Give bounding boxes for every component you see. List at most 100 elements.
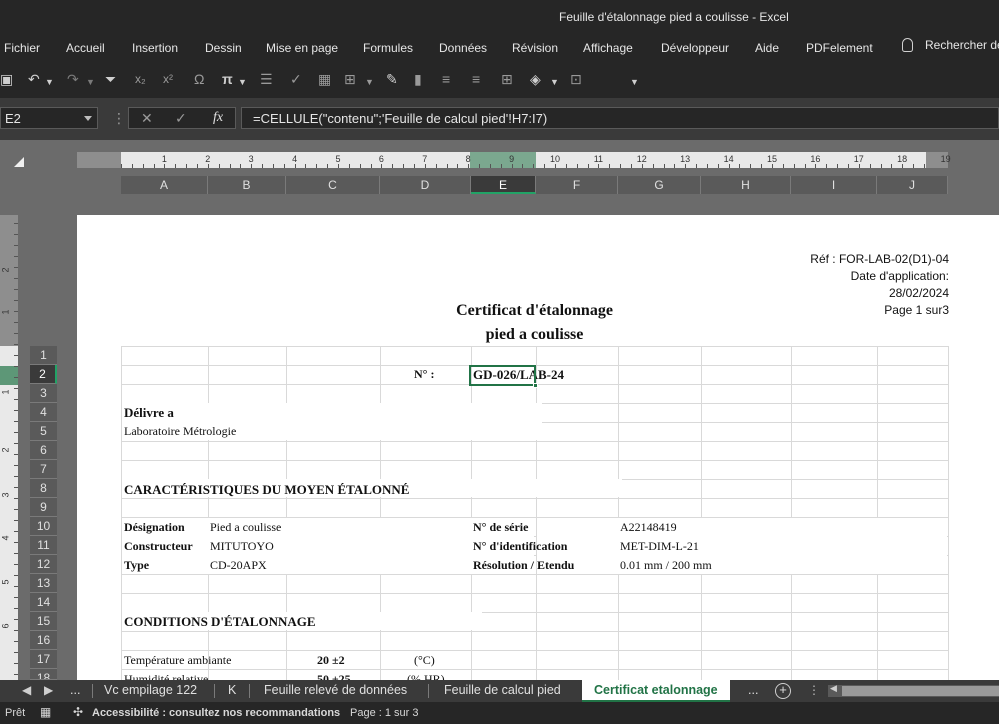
row-header[interactable]: 5	[30, 422, 57, 441]
cell-delivered-value[interactable]: Laboratoire Métrologie	[124, 422, 236, 441]
section-conditions[interactable]: CONDITIONS D'ÉTALONNAGE	[124, 612, 316, 631]
column-header-h[interactable]: H	[701, 176, 791, 194]
cell-type-value[interactable]: CD-20APX	[210, 556, 267, 575]
tab-affichage[interactable]: Affichage	[583, 41, 633, 55]
row-header[interactable]: 7	[30, 460, 57, 479]
subscript-icon[interactable]: x₂	[135, 71, 146, 87]
cell-type-label[interactable]: Type	[124, 556, 149, 575]
row-header[interactable]: 17	[30, 650, 57, 669]
horizontal-scrollbar[interactable]: ◀	[828, 683, 999, 697]
scroll-left-arrow-icon[interactable]: ◀	[830, 683, 837, 694]
cell-temperature-label[interactable]: Température ambiante	[124, 651, 231, 670]
misc-icon[interactable]: ⊡	[570, 71, 582, 87]
spelling-icon[interactable]: ✓	[290, 71, 302, 87]
row-header[interactable]: 16	[30, 631, 57, 650]
pi-icon[interactable]: π	[222, 71, 233, 87]
superscript-icon[interactable]: x²	[163, 71, 173, 87]
sheet-tabs-more-left[interactable]: ...	[70, 683, 80, 697]
tab-developpeur[interactable]: Développeur	[661, 41, 729, 55]
undo-dropdown-icon[interactable]: ▼	[45, 74, 54, 90]
cell-serial-label[interactable]: N° de série	[473, 518, 528, 537]
tab-formules[interactable]: Formules	[363, 41, 413, 55]
cell-number-label[interactable]: N° :	[414, 365, 434, 384]
redo-icon[interactable]: ↷	[67, 71, 79, 87]
merge-dropdown-icon[interactable]: ▼	[365, 74, 374, 90]
tab-accueil[interactable]: Accueil	[66, 41, 105, 55]
active-cell-e2[interactable]	[469, 365, 538, 388]
accessibility-icon[interactable]: ✣	[73, 705, 83, 719]
tab-donnees[interactable]: Données	[439, 41, 487, 55]
save-icon[interactable]: ▣	[0, 71, 13, 87]
column-header-g[interactable]: G	[618, 176, 701, 194]
column-header-c[interactable]: C	[286, 176, 380, 194]
tell-me-search[interactable]: Rechercher des	[898, 38, 999, 58]
formula-input[interactable]: =CELLULE("contenu";'Feuille de calcul pi…	[241, 107, 999, 129]
pi-dropdown-icon[interactable]: ▼	[238, 74, 247, 90]
fill-color-icon[interactable]: ◈	[530, 71, 541, 87]
cell-id-value[interactable]: MET-DIM-L-21	[620, 537, 699, 556]
merge-icon[interactable]: ⊞	[344, 71, 356, 87]
cell-designation-value[interactable]: Pied a coulisse	[210, 518, 281, 537]
cell-delivered-label[interactable]: Délivre a	[124, 403, 174, 422]
column-header-d[interactable]: D	[380, 176, 471, 194]
select-all-icon[interactable]	[14, 157, 24, 167]
fill-dropdown-icon[interactable]: ▼	[550, 74, 559, 90]
cancel-icon[interactable]: ✕	[141, 110, 153, 127]
tab-mise-en-page[interactable]: Mise en page	[266, 41, 338, 55]
row-header[interactable]: 3	[30, 384, 57, 403]
customize-icon[interactable]: ▼	[630, 74, 639, 90]
column-header-a[interactable]: A	[121, 176, 208, 194]
scrollbar-thumb[interactable]	[842, 686, 999, 696]
function-icon[interactable]: fx	[213, 110, 223, 126]
cell-designation-label[interactable]: Désignation	[124, 518, 185, 537]
tab-dessin[interactable]: Dessin	[205, 41, 242, 55]
cell-resolution-value[interactable]: 0.01 mm / 200 mm	[620, 556, 712, 575]
borders-icon[interactable]: ▦	[318, 71, 331, 87]
row-header[interactable]: 1	[30, 346, 57, 365]
row-header[interactable]: 9	[30, 498, 57, 517]
add-sheet-button[interactable]: +	[775, 683, 791, 699]
tab-fichier[interactable]: Fichier	[4, 41, 40, 55]
sheet-tab-releve[interactable]: Feuille relevé de données	[264, 683, 407, 697]
format-painter-icon[interactable]: ✎	[386, 71, 398, 87]
section-characteristics[interactable]: CARACTÉRISTIQUES DU MOYEN ÉTALONNÉ	[124, 480, 409, 499]
align-icon[interactable]: ≡	[442, 71, 450, 87]
redo-dropdown-icon[interactable]: ▼	[86, 74, 95, 90]
row-header[interactable]: 18	[30, 669, 57, 680]
row-header[interactable]: 13	[30, 574, 57, 593]
cell-temperature-value[interactable]: 20 ±2	[317, 651, 345, 670]
column-header-f[interactable]: F	[536, 176, 618, 194]
sheet-tab-certificat[interactable]: Certificat etalonnage	[582, 680, 730, 702]
cell-serial-value[interactable]: A22148419	[620, 518, 677, 537]
row-header-selected[interactable]: 2	[30, 365, 57, 384]
tab-pdfelement[interactable]: PDFelement	[806, 41, 873, 55]
filter-icon[interactable]: ⏷	[105, 71, 116, 87]
row-header[interactable]: 14	[30, 593, 57, 612]
form-icon[interactable]: ☰	[260, 71, 273, 87]
row-header[interactable]: 8	[30, 479, 57, 498]
cell-resolution-label[interactable]: Résolution / Etendu	[473, 556, 574, 575]
column-header-b[interactable]: B	[208, 176, 286, 194]
sheet-tab-calcul[interactable]: Feuille de calcul pied	[444, 683, 561, 697]
cell-temperature-unit[interactable]: (°C)	[414, 651, 435, 670]
sheet-tab-k[interactable]: K	[228, 683, 236, 697]
macro-icon[interactable]: ▦	[40, 705, 51, 719]
formula-bar-splitter[interactable]: ⋮	[112, 110, 127, 127]
cell-maker-value[interactable]: MITUTOYO	[210, 537, 274, 556]
tab-splitter-icon[interactable]: ⋮	[808, 683, 820, 697]
sheet-tabs-more-right[interactable]: ...	[748, 683, 758, 697]
row-header[interactable]: 15	[30, 612, 57, 631]
undo-icon[interactable]: ↶	[28, 71, 40, 87]
cell-maker-label[interactable]: Constructeur	[124, 537, 193, 556]
cell-id-label[interactable]: N° d'identification	[473, 537, 567, 556]
column-header-e[interactable]: E	[471, 176, 536, 194]
row-header[interactable]: 6	[30, 441, 57, 460]
scroll-left-icon[interactable]: ◀	[22, 683, 31, 697]
scroll-right-icon[interactable]: ▶	[44, 683, 53, 697]
omega-icon[interactable]: Ω	[194, 71, 204, 87]
fill-handle[interactable]	[533, 383, 538, 388]
row-header[interactable]: 12	[30, 555, 57, 574]
row-header[interactable]: 11	[30, 536, 57, 555]
grid-icon[interactable]: ⊞	[501, 71, 513, 87]
column-header-j[interactable]: J	[877, 176, 948, 194]
